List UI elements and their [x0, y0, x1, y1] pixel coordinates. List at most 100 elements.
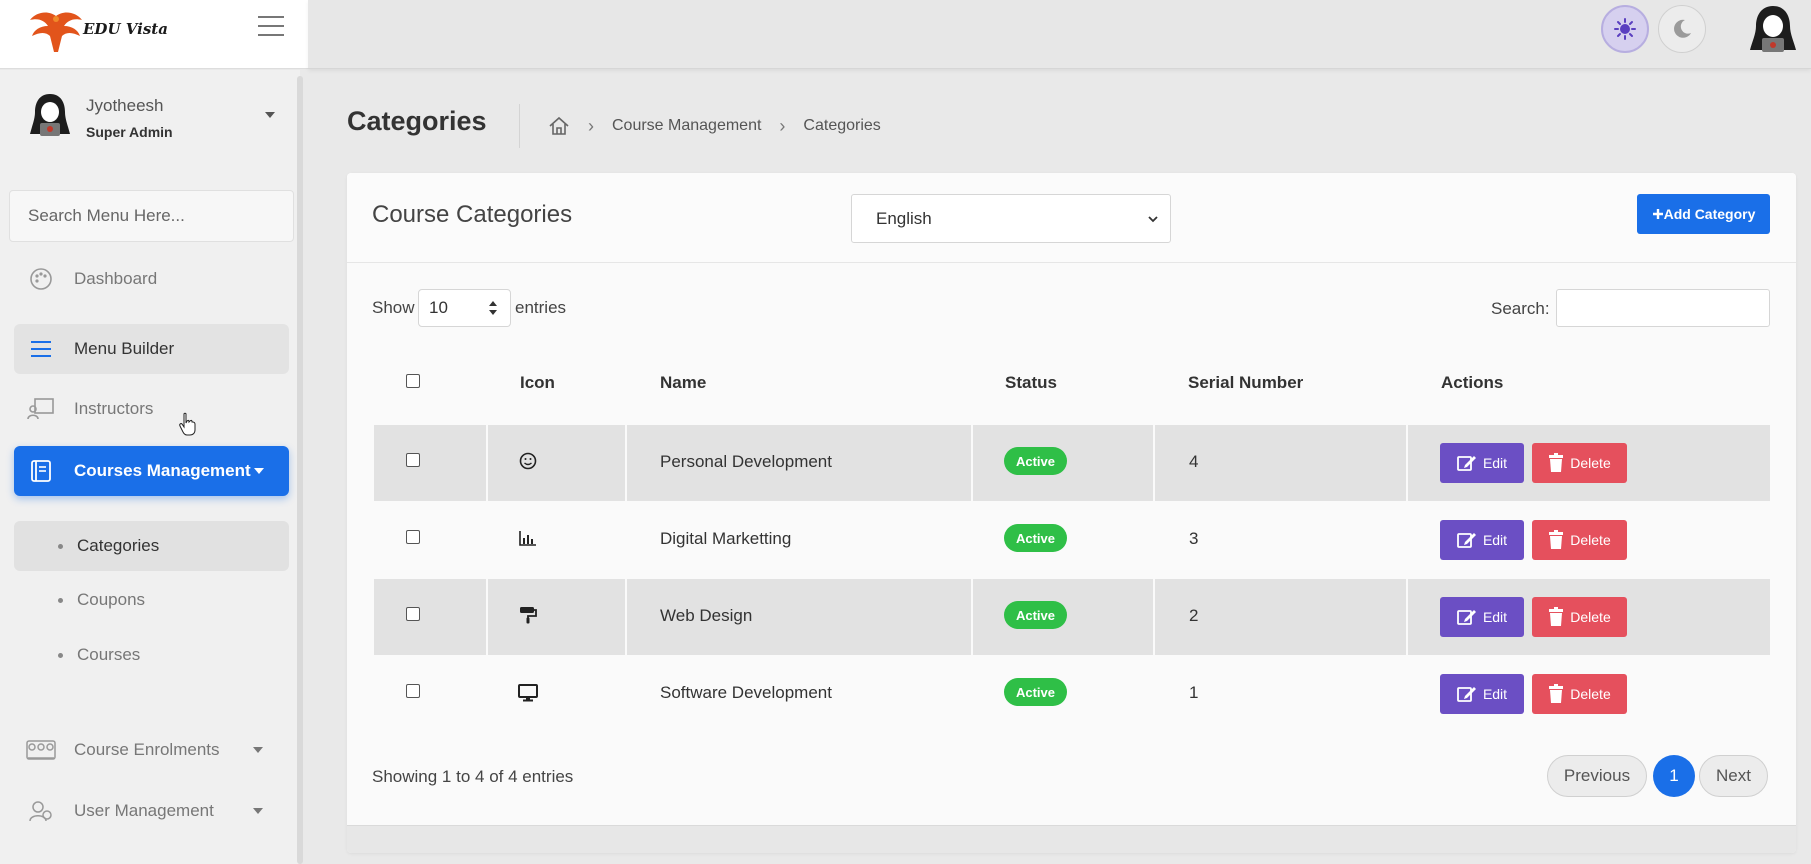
user-profile[interactable]: Jyotheesh Super Admin	[24, 90, 284, 150]
serial-number: 4	[1189, 452, 1199, 471]
users-icon	[26, 796, 56, 826]
status-badge: Active	[1004, 601, 1067, 629]
edit-label: Edit	[1482, 609, 1508, 625]
dark-mode-button[interactable]	[1658, 5, 1706, 53]
sidebar-item-menu-builder[interactable]: Menu Builder	[14, 324, 289, 374]
user-avatar-icon	[30, 94, 70, 136]
edit-label: Edit	[1482, 455, 1508, 471]
book-icon	[26, 456, 56, 486]
table-row: Software Development Active 1 Edit Delet…	[374, 656, 1770, 732]
delete-button[interactable]: Delete	[1532, 674, 1627, 714]
show-label: Show	[372, 298, 415, 317]
chevron-right-icon: ›	[588, 115, 594, 136]
language-select-value: English	[876, 208, 932, 228]
entries-info: Showing 1 to 4 of 4 entries	[372, 767, 574, 786]
card-footer	[347, 825, 1796, 853]
sidebar-item-instructors[interactable]: Instructors	[14, 384, 289, 434]
trash-icon	[1549, 607, 1564, 626]
list-icon	[26, 334, 56, 364]
sidebar-subitem-categories[interactable]: Categories	[14, 521, 289, 571]
sidebar-subitem-coupons[interactable]: Coupons	[14, 575, 289, 625]
sidebar-item-user-management[interactable]: User Management	[14, 786, 289, 836]
table-row: Digital Marketting Active 3 Edit Delete	[374, 502, 1770, 578]
delete-button[interactable]: Delete	[1532, 597, 1627, 637]
edit-icon	[1457, 456, 1476, 471]
bullet-icon	[58, 543, 63, 549]
edit-button[interactable]: Edit	[1440, 597, 1524, 637]
sidebar-subitem-label: Coupons	[77, 590, 146, 609]
trash-icon	[1549, 684, 1564, 703]
row-checkbox[interactable]	[406, 530, 420, 544]
language-select[interactable]: English	[851, 194, 1171, 243]
trash-icon	[1549, 530, 1564, 549]
category-name: Digital Marketting	[660, 529, 792, 548]
edit-button[interactable]: Edit	[1440, 520, 1524, 560]
menu-search-input[interactable]	[9, 190, 294, 242]
user-role: Super Admin	[86, 124, 173, 140]
card-title: Course Categories	[372, 201, 573, 228]
edit-label: Edit	[1482, 532, 1508, 548]
column-header-icon[interactable]: Icon	[520, 373, 555, 393]
search-label: Search:	[1491, 299, 1550, 318]
light-mode-button[interactable]	[1601, 5, 1649, 53]
category-name: Web Design	[660, 606, 753, 625]
delete-label: Delete	[1570, 532, 1611, 548]
serial-number: 1	[1189, 683, 1199, 702]
sidebar-item-label: Dashboard	[74, 269, 158, 288]
delete-label: Delete	[1570, 686, 1611, 702]
sidebar-item-label: Course Enrolments	[74, 740, 220, 759]
next-page-button[interactable]: Next	[1699, 755, 1768, 797]
breadcrumb-item-course-management[interactable]: Course Management	[612, 117, 761, 135]
chevron-down-icon[interactable]	[265, 112, 275, 118]
edit-button[interactable]: Edit	[1440, 443, 1524, 483]
sidebar-item-dashboard[interactable]: Dashboard	[14, 254, 289, 304]
sidebar-item-label: Courses Management	[74, 461, 251, 480]
entries-per-page-select[interactable]: 10	[418, 289, 511, 327]
sidebar-item-course-enrolments[interactable]: Course Enrolments	[14, 725, 289, 775]
sidebar-scrollbar[interactable]	[297, 76, 303, 864]
delete-button[interactable]: Delete	[1532, 520, 1627, 560]
hamburger-menu-icon[interactable]	[258, 16, 284, 38]
delete-button[interactable]: Delete	[1532, 443, 1627, 483]
table-row: Personal Development Active 4 Edit Delet…	[374, 425, 1770, 501]
chevron-down-icon	[1148, 216, 1158, 223]
bullet-icon	[58, 597, 63, 603]
edit-button[interactable]: Edit	[1440, 674, 1524, 714]
sidebar-item-label: Instructors	[74, 399, 154, 418]
table-search-input[interactable]	[1556, 289, 1770, 327]
serial-number: 2	[1189, 606, 1199, 625]
column-header-status[interactable]: Status	[1005, 373, 1057, 393]
edit-icon	[1457, 687, 1476, 702]
user-name: Jyotheesh	[86, 96, 164, 115]
top-bar	[308, 0, 1811, 69]
phoenix-logo-icon	[30, 12, 82, 52]
sidebar-item-courses-management[interactable]: Courses Management	[14, 446, 289, 496]
logo-text: EDU Vista	[83, 20, 168, 38]
bullet-icon	[58, 652, 63, 658]
add-category-button[interactable]: Add Category	[1637, 194, 1770, 234]
column-header-name[interactable]: Name	[660, 373, 706, 393]
card-header: Course Categories English Add Category	[347, 173, 1796, 263]
previous-page-button[interactable]: Previous	[1547, 755, 1647, 797]
sun-icon	[1614, 18, 1636, 40]
column-header-serial-number[interactable]: Serial Number	[1188, 373, 1303, 393]
group-icon	[26, 735, 56, 765]
sidebar-subitem-courses[interactable]: Courses	[14, 630, 289, 680]
row-checkbox[interactable]	[406, 607, 420, 621]
column-header-actions: Actions	[1441, 373, 1504, 392]
edit-icon	[1457, 533, 1476, 548]
plus-icon	[1652, 209, 1663, 219]
sidebar-subitem-label: Categories	[77, 536, 160, 555]
row-checkbox[interactable]	[406, 684, 420, 698]
select-all-checkbox[interactable]	[406, 374, 420, 388]
sort-arrows-icon	[489, 301, 497, 315]
row-checkbox[interactable]	[406, 453, 420, 467]
page-1-button[interactable]: 1	[1653, 755, 1695, 797]
home-icon[interactable]	[548, 116, 570, 136]
delete-label: Delete	[1570, 609, 1611, 625]
paint-roller-icon	[520, 607, 537, 624]
mouse-pointer-icon	[179, 412, 196, 436]
status-badge: Active	[1004, 678, 1067, 706]
sidebar-item-label: Menu Builder	[74, 339, 175, 358]
hacker-avatar-icon[interactable]	[1748, 4, 1798, 56]
